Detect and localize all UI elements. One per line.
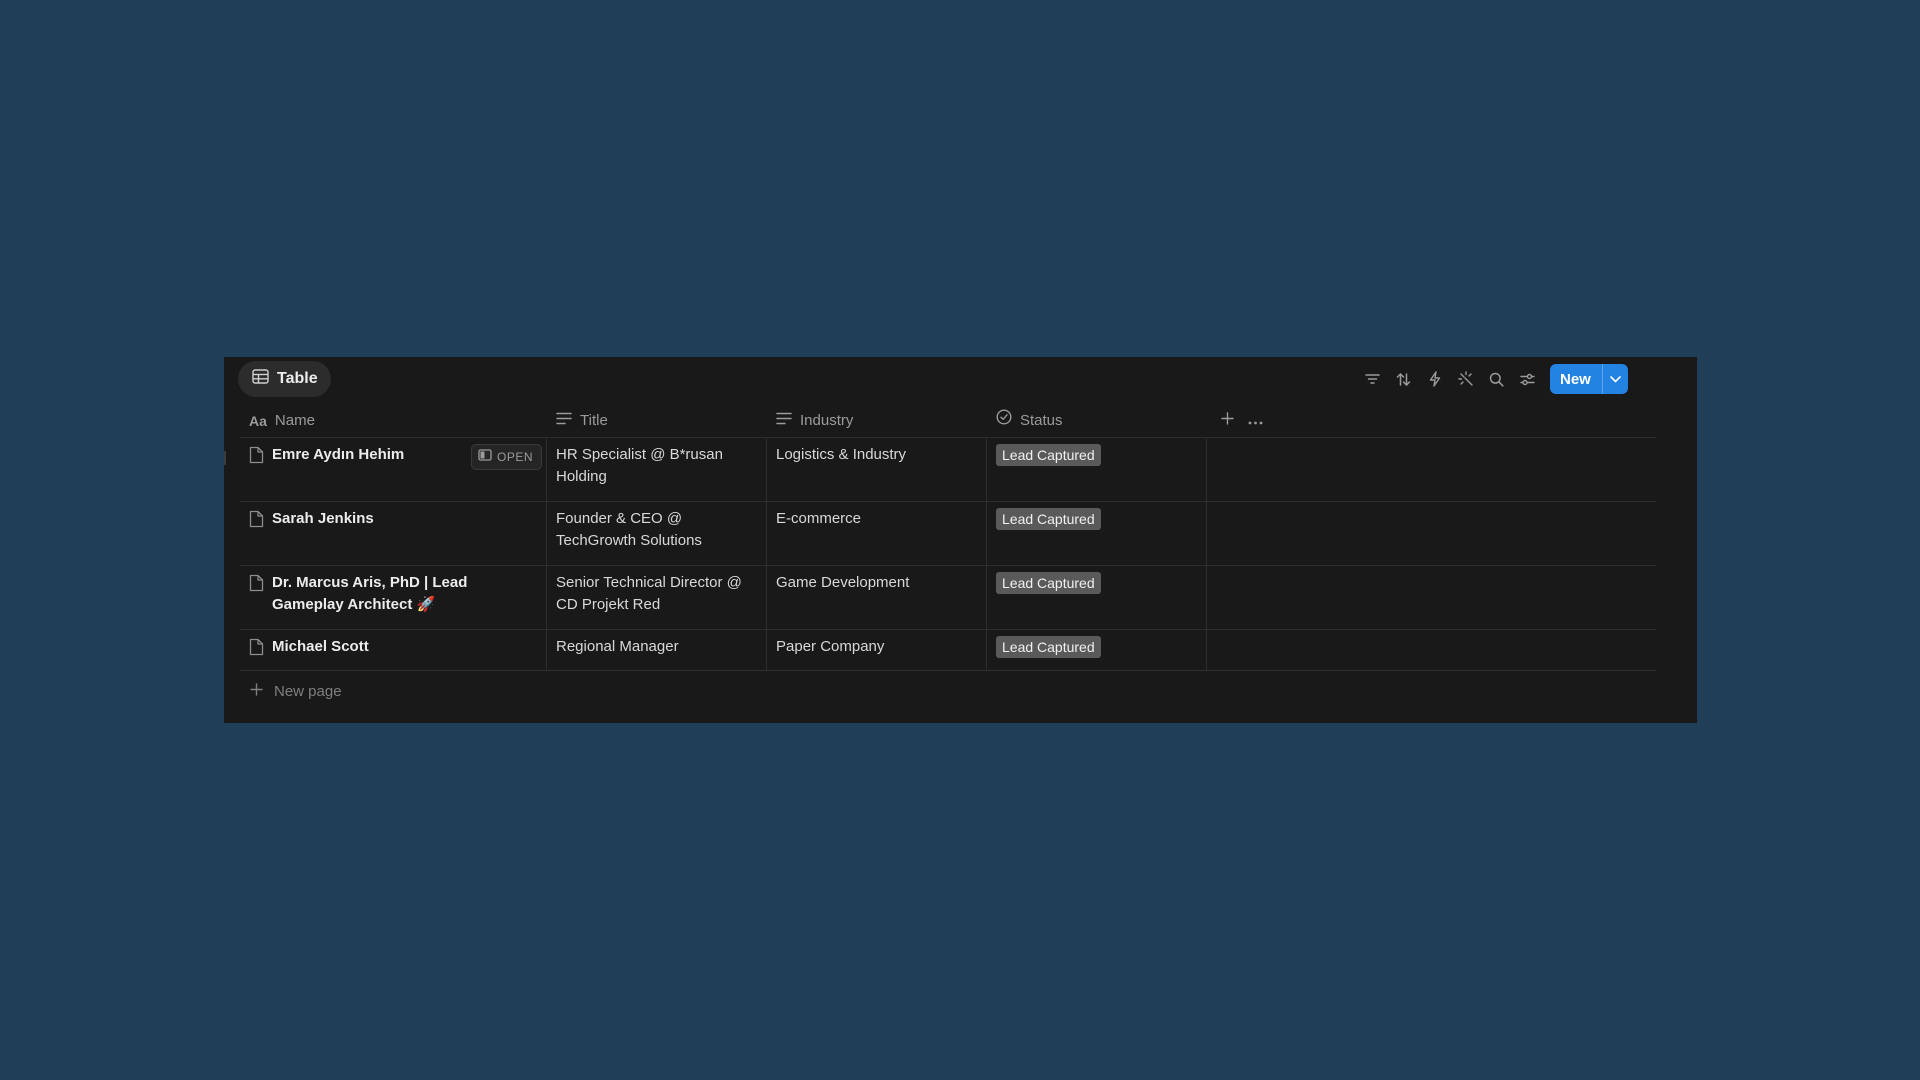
name-cell[interactable]: Sarah Jenkins [240,502,547,565]
status-cell[interactable]: Lead Captured [987,566,1207,629]
database-table: Aa Name Title Industry Status Emre Aydın… [240,404,1656,711]
new-page-label: New page [274,682,342,700]
automation-bolt-icon[interactable] [1419,364,1450,394]
status-badge: Lead Captured [996,508,1101,530]
status-badge: Lead Captured [996,636,1101,658]
industry-cell[interactable]: E-commerce [767,502,987,565]
row-name: Sarah Jenkins [272,510,374,527]
text-property-icon: Aa [249,412,267,429]
status-badge: Lead Captured [996,444,1101,466]
status-badge: Lead Captured [996,572,1101,594]
empty-cell [1207,566,1656,629]
industry-cell[interactable]: Logistics & Industry [767,438,987,501]
search-icon[interactable] [1481,364,1512,394]
name-cell[interactable]: Dr. Marcus Aris, PhD | Lead Gameplay Arc… [240,566,547,629]
column-header-name[interactable]: Aa Name [240,404,547,437]
add-property-plus-icon[interactable] [1221,410,1234,432]
column-header-industry[interactable]: Industry [767,404,987,437]
open-button-label: OPEN [496,450,533,464]
view-tab-table[interactable]: Table [238,361,331,397]
sort-icon[interactable] [1388,364,1419,394]
column-header-name-label: Name [274,411,315,429]
column-header-status-label: Status [1020,411,1063,429]
empty-cell [1207,630,1656,670]
plus-icon [250,682,263,700]
industry-cell[interactable]: Game Development [767,566,987,629]
new-button[interactable]: New [1550,364,1602,394]
row-drag-handle[interactable] [224,451,226,465]
status-cell[interactable]: Lead Captured [987,438,1207,501]
view-tab-label: Table [277,370,318,387]
column-header-industry-label: Industry [800,411,854,429]
settings-sliders-icon[interactable] [1512,364,1543,394]
view-toolbar: New [1357,364,1628,394]
filter-icon[interactable] [1357,364,1388,394]
text-lines-icon [776,410,792,432]
title-cell[interactable]: Founder & CEO @ TechGrowth Solutions [547,502,767,565]
column-header-title[interactable]: Title [547,404,767,437]
row-name: Michael Scott [272,638,369,655]
page-document-icon [249,510,264,559]
new-record-button-group: New [1550,364,1628,394]
side-peek-icon [478,446,492,468]
table-row[interactable]: Dr. Marcus Aris, PhD | Lead Gameplay Arc… [240,566,1656,630]
name-cell[interactable]: Michael Scott [240,630,547,670]
empty-cell [1207,502,1656,565]
table-row[interactable]: Sarah Jenkins Founder & CEO @ TechGrowth… [240,502,1656,566]
sparkle-ai-icon[interactable] [1450,364,1481,394]
text-lines-icon [556,410,572,432]
chevron-down-icon[interactable] [1601,364,1628,394]
database-panel: Table New Aa Name Title Industry Status … [224,357,1697,723]
table-row[interactable]: Michael Scott Regional Manager Paper Com… [240,630,1656,671]
page-document-icon [249,446,264,495]
name-cell[interactable]: Emre Aydın Hehim OPEN [240,438,547,501]
column-header-status[interactable]: Status [987,404,1207,437]
table-row[interactable]: Emre Aydın Hehim OPEN HR Specialist @ B*… [240,438,1656,502]
empty-cell [1207,438,1656,501]
column-header-title-label: Title [580,411,608,429]
row-name: Dr. Marcus Aris, PhD | Lead Gameplay Arc… [272,574,468,613]
title-cell[interactable]: Regional Manager [547,630,767,670]
column-header-actions [1207,404,1656,437]
page-document-icon [249,638,264,664]
status-property-icon [996,409,1012,432]
new-page-button[interactable]: New page [240,671,1656,711]
industry-cell[interactable]: Paper Company [767,630,987,670]
open-page-button[interactable]: OPEN [470,444,542,470]
table-icon [252,369,269,389]
table-header: Aa Name Title Industry Status [240,404,1656,438]
more-options-icon[interactable] [1248,410,1263,432]
row-name: Emre Aydın Hehim [272,446,405,463]
status-cell[interactable]: Lead Captured [987,630,1207,670]
status-cell[interactable]: Lead Captured [987,502,1207,565]
title-cell[interactable]: Senior Technical Director @ CD Projekt R… [547,566,767,629]
title-cell[interactable]: HR Specialist @ B*rusan Holding [547,438,767,501]
page-document-icon [249,574,264,623]
